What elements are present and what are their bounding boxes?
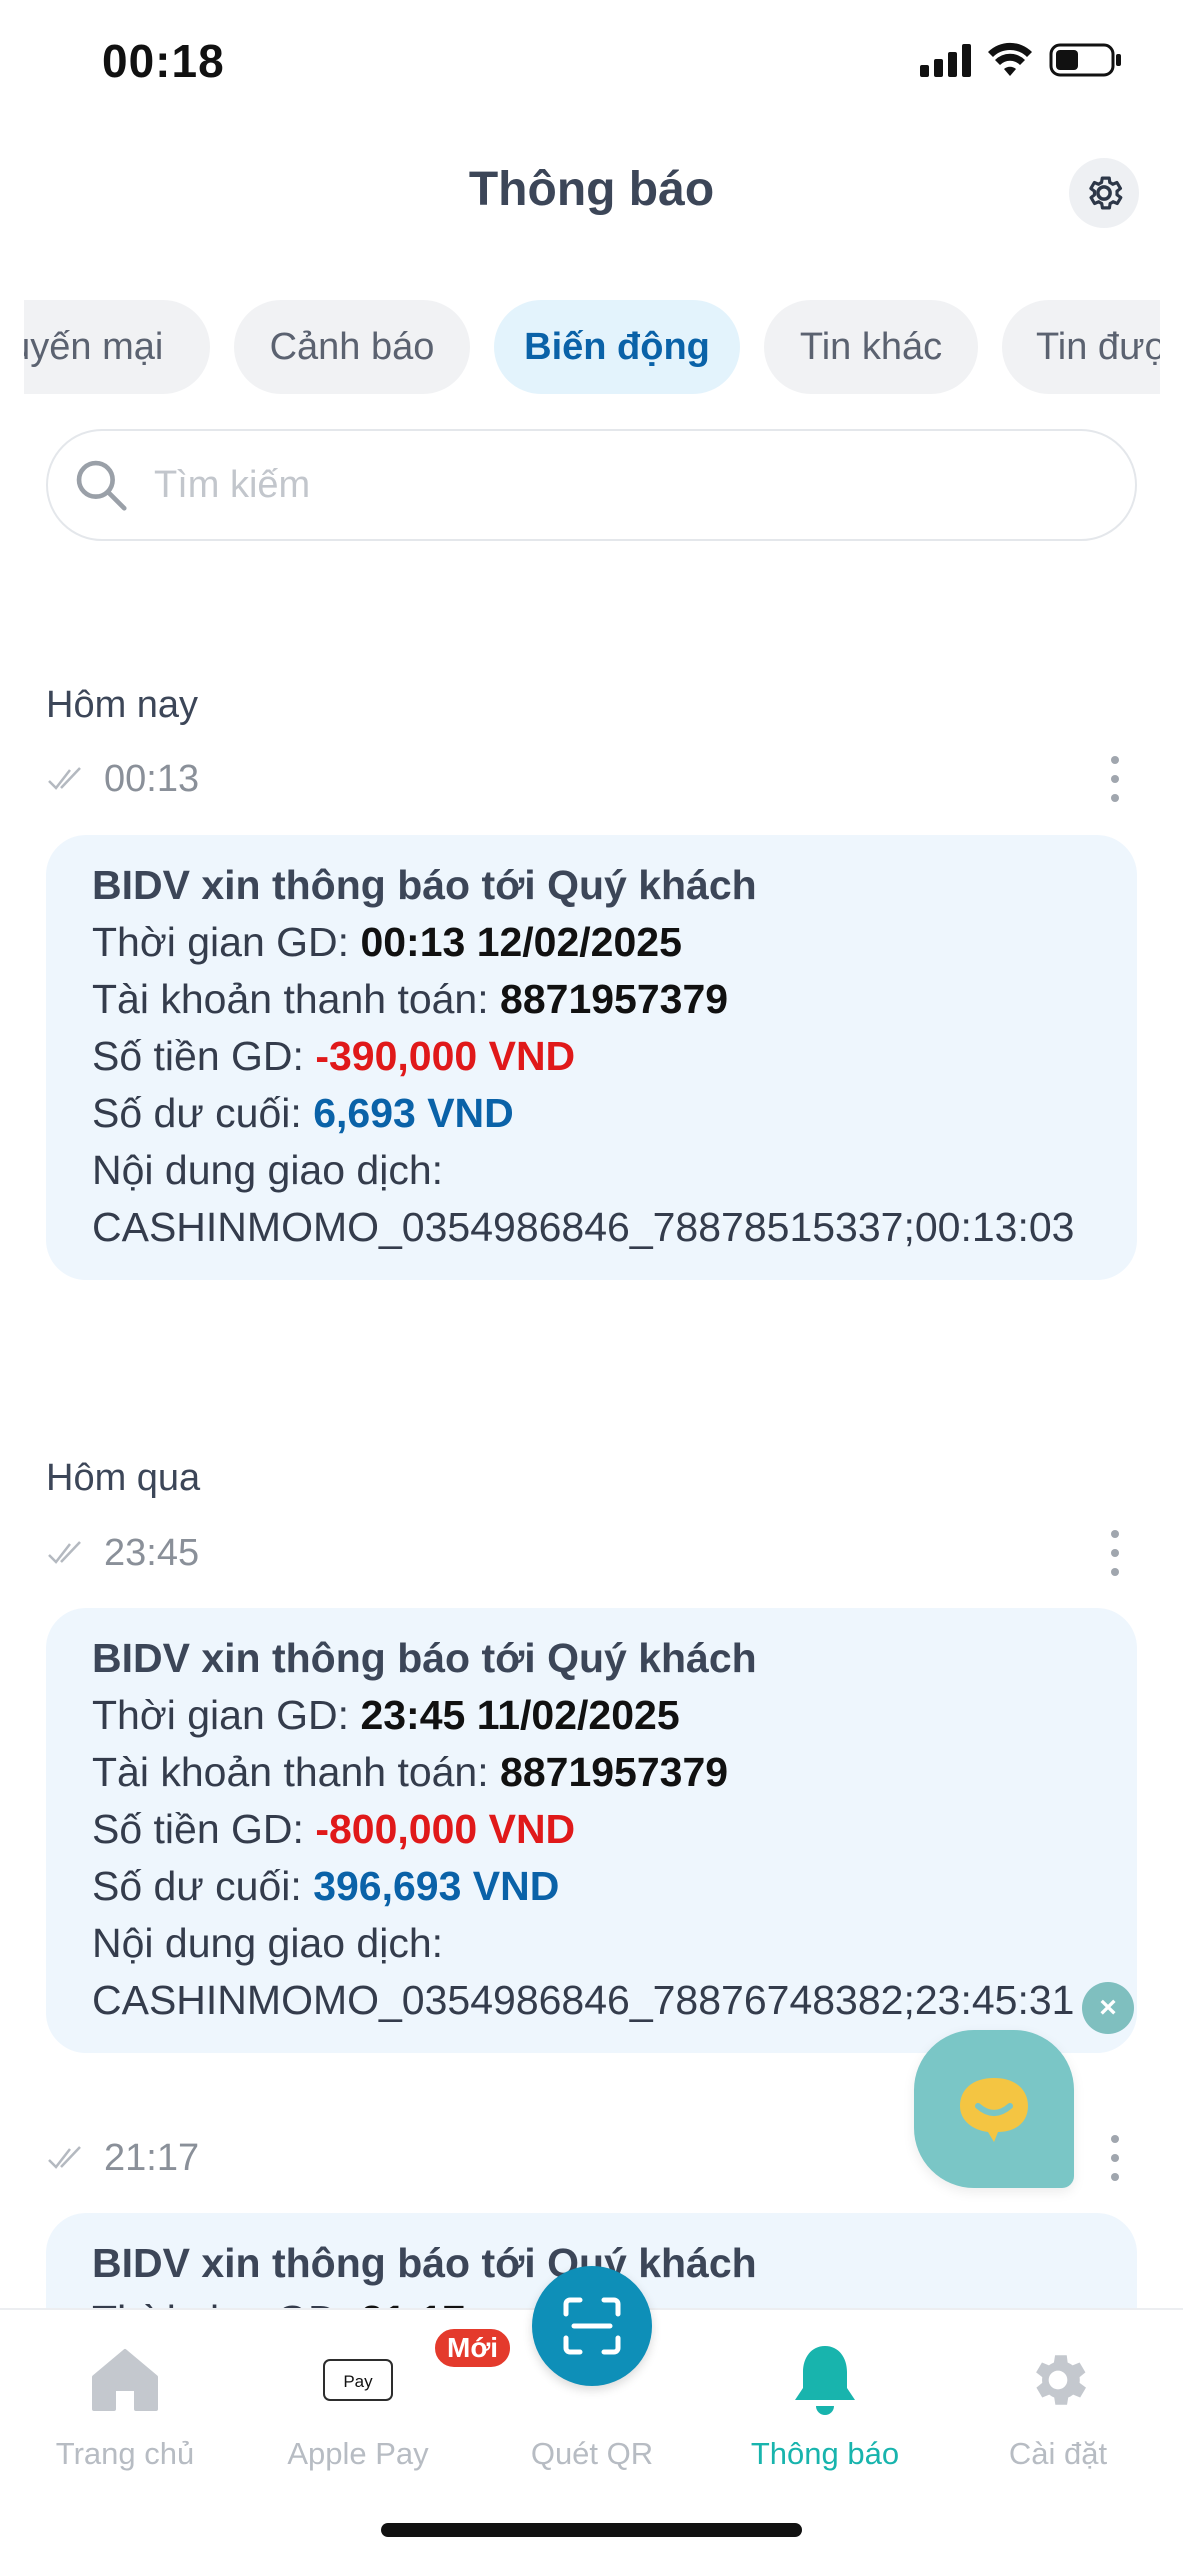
- more-options-button[interactable]: [1105, 2135, 1125, 2181]
- value: -800,000 VND: [315, 1806, 576, 1852]
- tab-promotions[interactable]: Khuyến mại: [24, 300, 210, 394]
- tab-balance-changes[interactable]: Biến động: [494, 300, 740, 394]
- wifi-icon: [988, 42, 1032, 76]
- search-bar: [46, 429, 1137, 541]
- day-label-yesterday: Hôm qua: [46, 1457, 201, 1499]
- message-header: 23:45: [46, 1528, 1137, 1578]
- read-check-icon: [48, 1541, 81, 1564]
- value: 8871957379: [500, 976, 729, 1022]
- value: 6,693 VND: [313, 1090, 514, 1136]
- status-time: 00:18: [102, 35, 225, 87]
- chat-bubble-icon: [960, 2078, 1028, 2142]
- bell-icon: [795, 2346, 855, 2415]
- card-title: BIDV xin thông báo tới Quý khách: [92, 1635, 757, 1681]
- label: Tài khoản thanh toán:: [92, 1749, 489, 1795]
- day-label-today: Hôm nay: [46, 684, 199, 726]
- tab-saved[interactable]: Tin được lưu: [1002, 300, 1160, 394]
- transaction-amount: Số tiền GD: -390,000 VND: [92, 1028, 1091, 1085]
- nav-home[interactable]: Trang chủ: [25, 2340, 225, 2472]
- read-check-icon: [48, 2146, 81, 2169]
- value: 23:45 11/02/2025: [360, 1692, 680, 1738]
- message-header: 00:13: [46, 754, 1137, 804]
- label: Thời gian GD:: [92, 1692, 350, 1738]
- transaction-amount: Số tiền GD: -800,000 VND: [92, 1801, 1091, 1858]
- settings-gear-icon: [1036, 2355, 1086, 2405]
- qr-scan-icon: [563, 2297, 621, 2355]
- apple-pay-logo-text: Pay: [343, 2372, 373, 2391]
- cellular-signal-icon: [920, 43, 971, 77]
- ending-balance: Số dư cuối: 6,693 VND: [92, 1085, 1091, 1142]
- tab-alerts[interactable]: Cảnh báo: [234, 300, 470, 394]
- nav-notifications[interactable]: Thông báo: [725, 2340, 925, 2472]
- status-bar: 00:18: [0, 0, 1183, 130]
- label: Số tiền GD:: [92, 1033, 304, 1079]
- read-check-icon: [48, 767, 81, 790]
- more-options-button[interactable]: [1105, 1530, 1125, 1576]
- search-input[interactable]: [154, 463, 1054, 507]
- apple-pay-icon: Pay: [323, 2359, 393, 2401]
- account-number: Tài khoản thanh toán: 8871957379: [92, 1744, 1091, 1801]
- battery-icon: [1049, 43, 1121, 77]
- chat-support-button[interactable]: [914, 2030, 1074, 2188]
- account-number: Tài khoản thanh toán: 8871957379: [92, 971, 1091, 1028]
- message-time: 23:45: [104, 1531, 200, 1574]
- label: Số tiền GD:: [92, 1806, 304, 1852]
- label: Số dư cuối:: [92, 1863, 302, 1909]
- notification-settings-button[interactable]: [1069, 158, 1139, 228]
- value: -390,000 VND: [315, 1033, 576, 1079]
- message-time: 00:13: [104, 757, 200, 800]
- home-icon: [92, 2349, 158, 2411]
- ending-balance: Số dư cuối: 396,693 VND: [92, 1858, 1091, 1915]
- category-tabs: Khuyến mại Cảnh báo Biến động Tin khác T…: [24, 300, 1160, 396]
- transaction-content: CASHINMOMO_0354986846_78876748382;23:45:…: [92, 1977, 1075, 2023]
- notification-card[interactable]: BIDV xin thông báo tới Quý khách Thời gi…: [46, 835, 1137, 1280]
- home-indicator: [381, 2523, 802, 2537]
- nav-label: Trang chủ: [55, 2436, 195, 2471]
- more-options-button[interactable]: [1105, 756, 1125, 802]
- value: 00:13 12/02/2025: [360, 919, 682, 965]
- transaction-content-label: Nội dung giao dịch:: [92, 1920, 444, 1966]
- value: 396,693 VND: [313, 1863, 560, 1909]
- transaction-content-label: Nội dung giao dịch:: [92, 1147, 444, 1193]
- transaction-time: Thời gian GD: 23:45 11/02/2025: [92, 1687, 1091, 1744]
- label: Thời gian GD:: [92, 919, 350, 965]
- tab-other-news[interactable]: Tin khác: [764, 300, 978, 394]
- card-title: BIDV xin thông báo tới Quý khách: [92, 862, 757, 908]
- search-icon: [76, 460, 127, 511]
- nav-label: Quét QR: [530, 2436, 654, 2471]
- transaction-content: CASHINMOMO_0354986846_78878515337;00:13:…: [92, 1204, 1075, 1250]
- transaction-time: Thời gian GD: 00:13 12/02/2025: [92, 914, 1091, 971]
- message-time: 21:17: [104, 2136, 200, 2179]
- status-icons: [920, 42, 1123, 78]
- label: Số dư cuối:: [92, 1090, 302, 1136]
- nav-apple-pay[interactable]: Pay Mới Apple Pay: [258, 2326, 514, 2472]
- page-title: Thông báo: [468, 163, 715, 216]
- nav-settings[interactable]: Cài đặt: [958, 2340, 1158, 2472]
- label: Tài khoản thanh toán:: [92, 976, 489, 1022]
- chat-close-button[interactable]: ×: [1082, 1982, 1134, 2034]
- nav-label: Thông báo: [750, 2436, 900, 2471]
- notification-card[interactable]: BIDV xin thông báo tới Quý khách Thời gi…: [46, 1608, 1137, 2053]
- nav-label: Apple Pay: [287, 2436, 429, 2471]
- nav-label: Cài đặt: [1008, 2436, 1108, 2471]
- scan-qr-button[interactable]: [532, 2266, 652, 2386]
- value: 8871957379: [500, 1749, 729, 1795]
- gear-icon: [1089, 176, 1123, 210]
